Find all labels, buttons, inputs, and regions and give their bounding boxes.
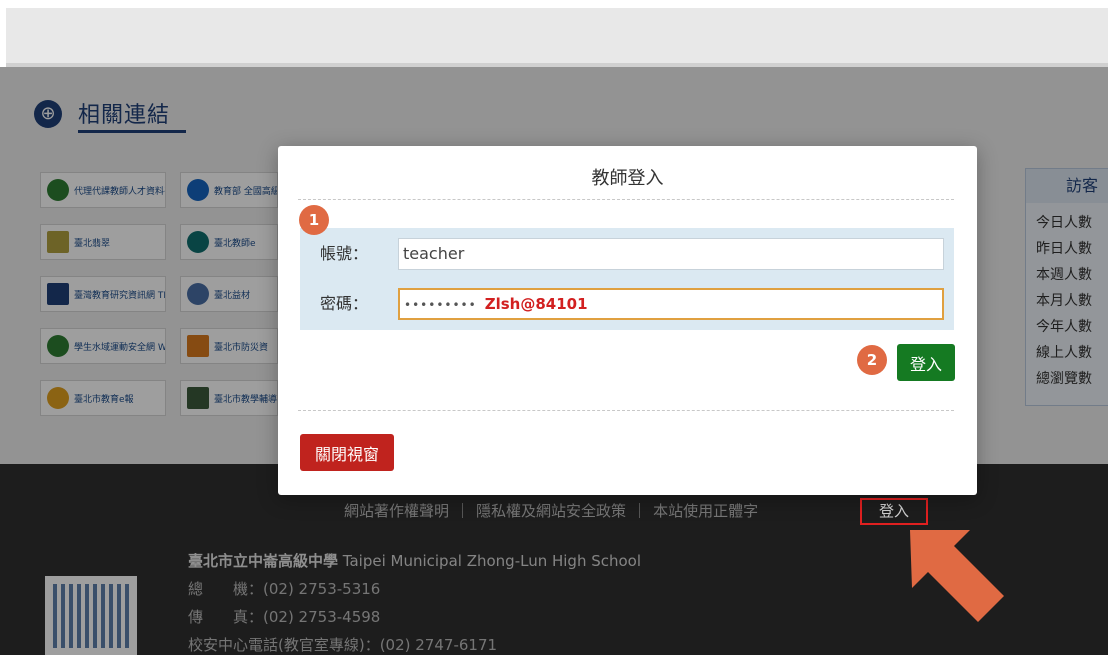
top-header-bar bbox=[6, 8, 1108, 67]
close-dialog-button[interactable]: 關閉視窗 bbox=[300, 434, 394, 471]
account-input[interactable]: teacher bbox=[398, 238, 944, 270]
footer-login-link[interactable]: 登入 bbox=[860, 498, 928, 525]
password-annotation: Zlsh@84101 bbox=[484, 295, 588, 313]
dialog-divider bbox=[298, 199, 954, 200]
login-form: 帳號： teacher 密碼： ••••••••• Zlsh@84101 bbox=[300, 228, 954, 330]
step-2-badge: 2 bbox=[857, 345, 887, 375]
password-row: 密碼： ••••••••• Zlsh@84101 bbox=[300, 280, 954, 328]
pointer-arrow-icon bbox=[910, 530, 1004, 622]
login-button[interactable]: 登入 bbox=[897, 344, 955, 381]
account-row: 帳號： teacher bbox=[300, 230, 954, 278]
account-label: 帳號： bbox=[319, 244, 368, 263]
password-input[interactable]: ••••••••• Zlsh@84101 bbox=[398, 288, 944, 320]
dialog-divider bbox=[298, 410, 954, 411]
teacher-login-dialog: 教師登入 帳號： teacher 密碼： ••••••••• Zlsh@84101… bbox=[278, 146, 977, 495]
password-mask: ••••••••• bbox=[404, 298, 477, 312]
step-1-badge: 1 bbox=[299, 205, 329, 235]
password-label: 密碼： bbox=[319, 294, 368, 313]
dialog-title: 教師登入 bbox=[591, 168, 664, 189]
